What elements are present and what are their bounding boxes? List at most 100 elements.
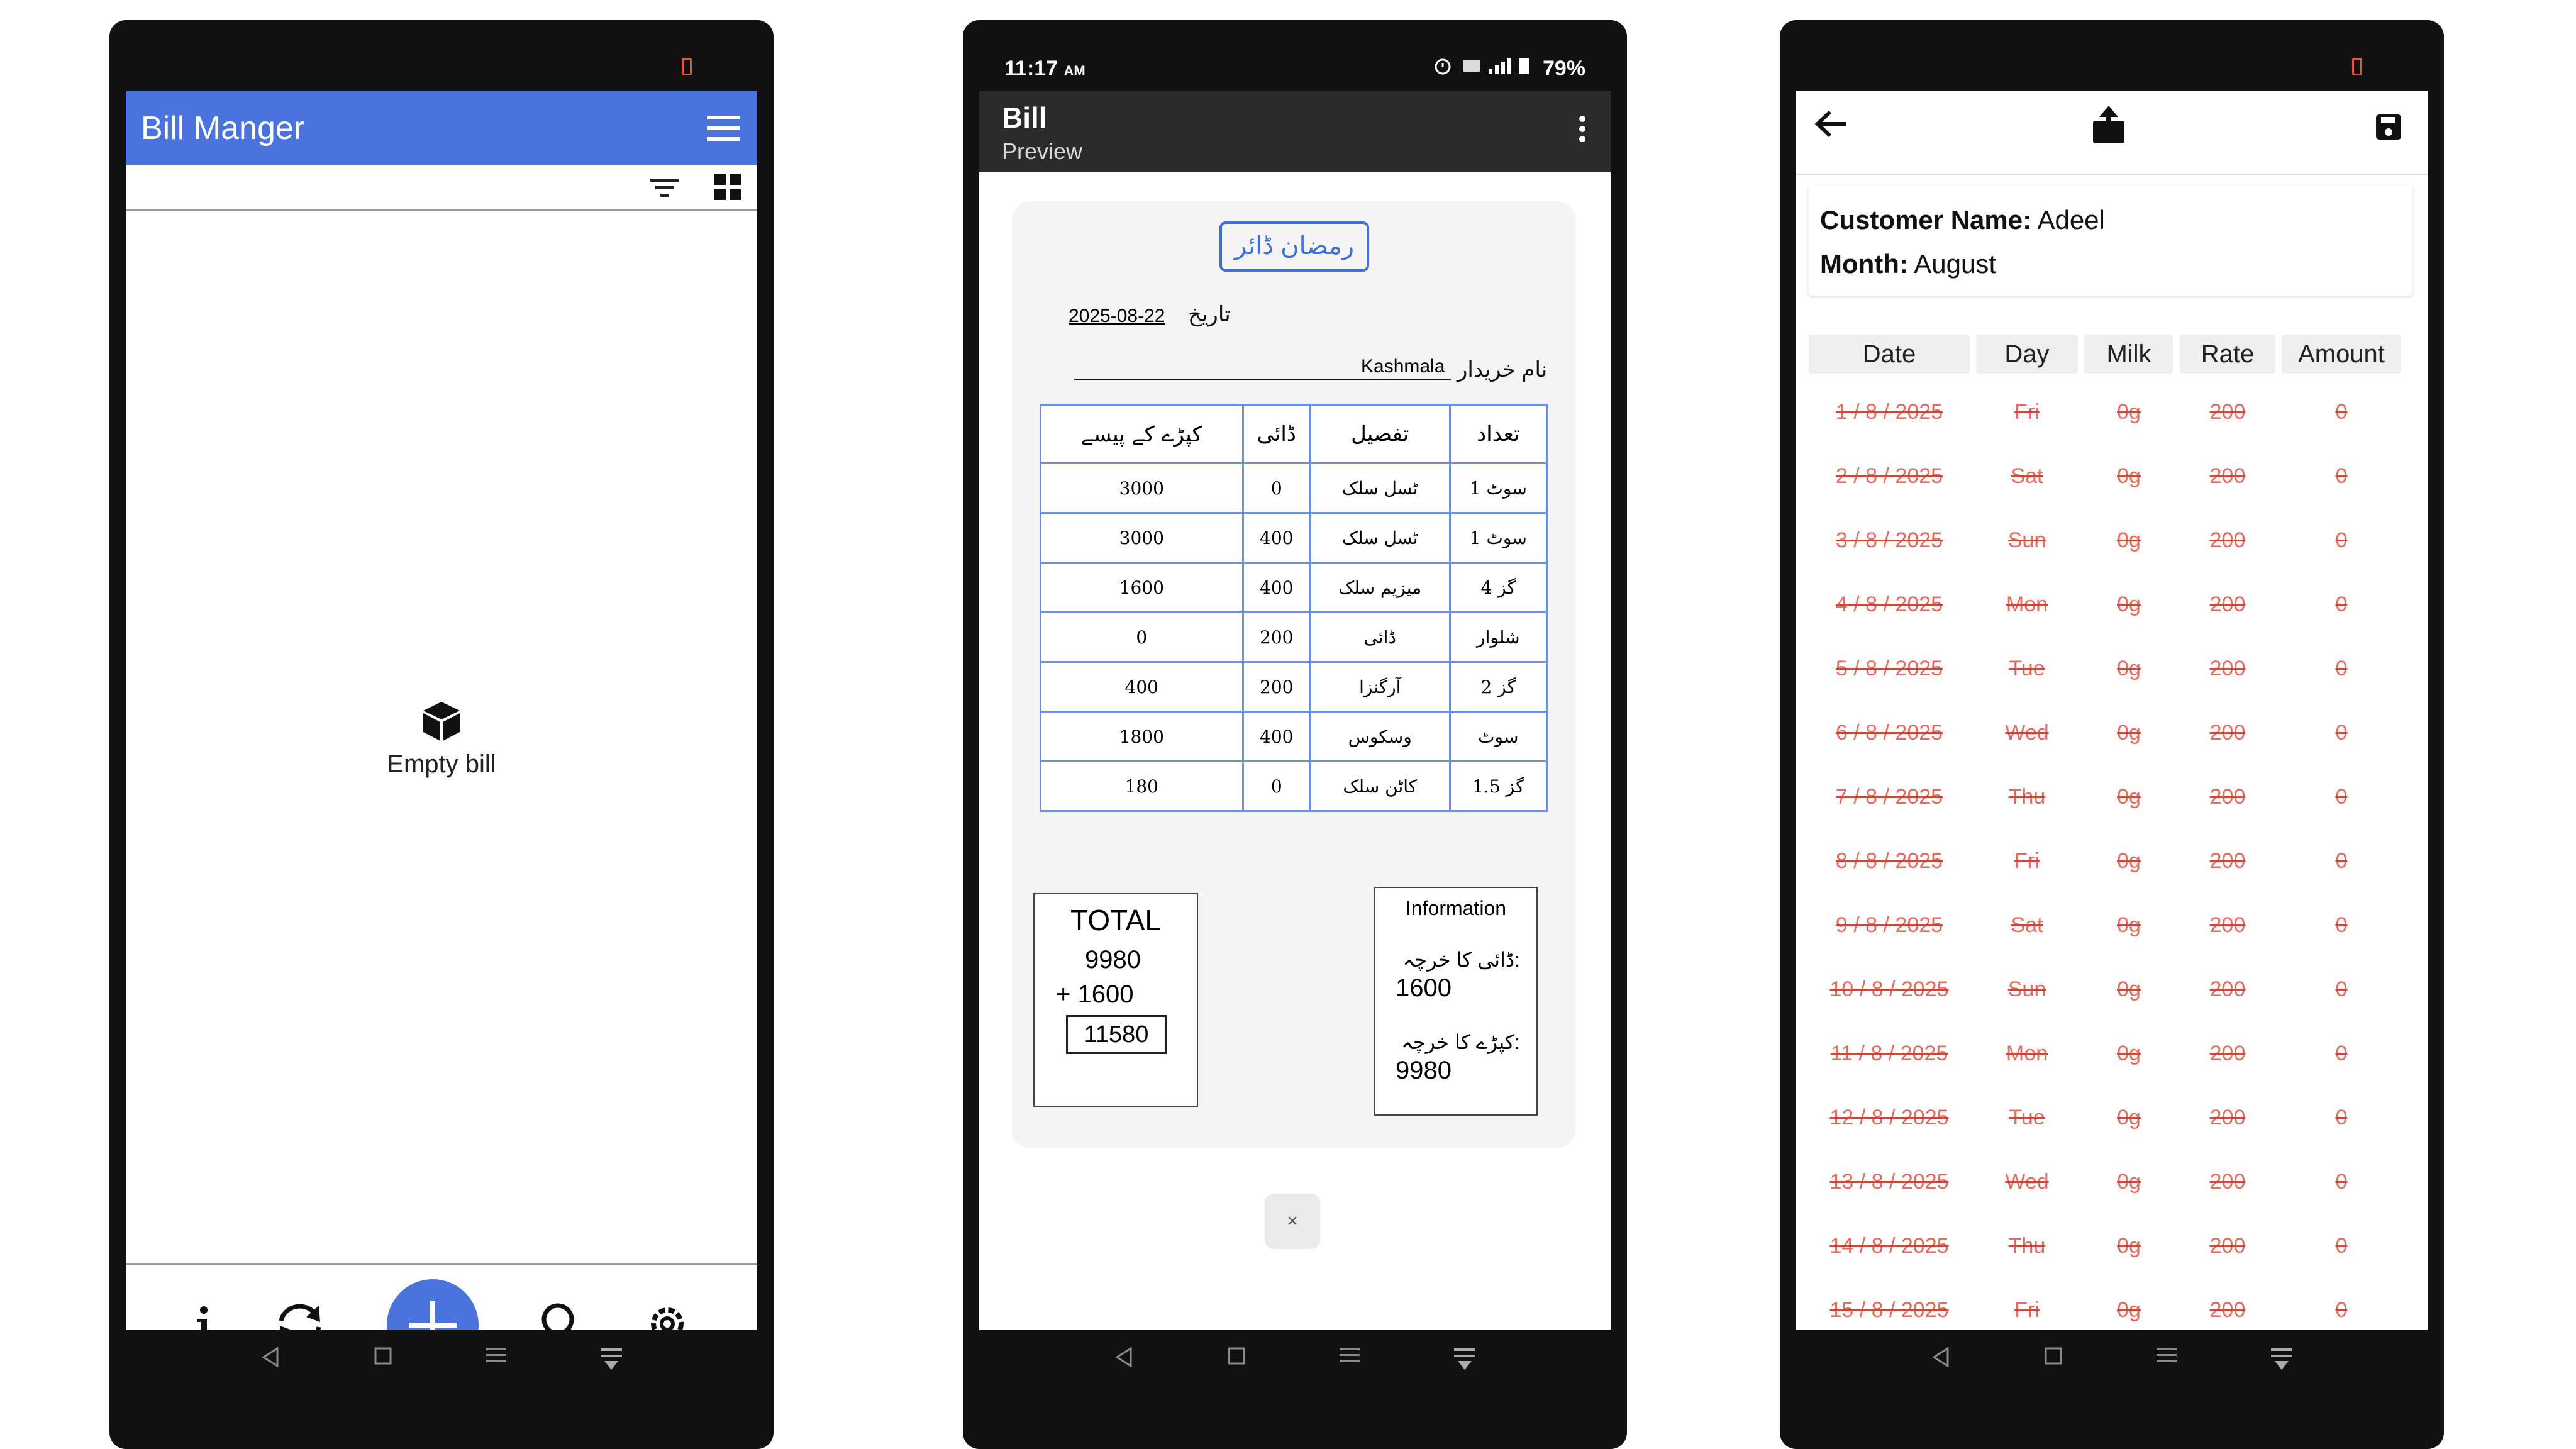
entry-rate: 200 xyxy=(2209,720,2246,745)
save-icon[interactable] xyxy=(2375,113,2402,144)
table-row: 3000 400 ٹسل سلک 1 سوٹ xyxy=(1040,512,1548,564)
phone-bill-manager: Bill Manger Empty bill xyxy=(109,20,774,1449)
date-label: تاریخ xyxy=(1188,303,1231,326)
sync-icon[interactable] xyxy=(275,1302,325,1330)
battery-icon xyxy=(2352,58,2362,75)
header-cell: ڈائی xyxy=(1241,404,1311,464)
entry-milk: 0g xyxy=(2117,977,2141,1001)
entry-rate: 200 xyxy=(2209,464,2246,488)
table-row[interactable]: 12 / 8 / 2025 Tue 0g 200 0 xyxy=(1809,1085,2415,1150)
grid-view-icon[interactable] xyxy=(714,174,741,203)
nav-hide-icon[interactable] xyxy=(1454,1347,1475,1372)
share-icon[interactable] xyxy=(2092,106,2126,148)
more-vert-icon[interactable] xyxy=(1579,116,1585,145)
table-row[interactable]: 15 / 8 / 2025 Fri 0g 200 0 xyxy=(1809,1278,2415,1330)
entries-list: 1 / 8 / 2025 Fri 0g 200 0 2 / 8 / 2025 Sat 0g 20… xyxy=(1809,380,2415,1330)
entry-rate: 200 xyxy=(2209,848,2246,873)
bottom-bar xyxy=(126,1265,757,1330)
top-bar xyxy=(1796,91,2428,175)
status-battery: 79% xyxy=(1542,57,1585,80)
dye-value: 1600 xyxy=(1396,974,1452,1002)
entry-day: Wed xyxy=(2005,720,2049,745)
nav-back-icon[interactable] xyxy=(1931,1347,1950,1367)
empty-state: Empty bill xyxy=(126,701,757,779)
empty-label: Empty bill xyxy=(387,750,496,778)
gear-icon[interactable] xyxy=(646,1302,689,1330)
info-title: Information xyxy=(1405,897,1507,919)
entry-rate: 200 xyxy=(2209,1105,2246,1130)
nav-home-icon[interactable] xyxy=(2045,1347,2062,1365)
table-row[interactable]: 8 / 8 / 2025 Fri 0g 200 0 xyxy=(1809,829,2415,893)
nav-home-icon[interactable] xyxy=(1228,1347,1245,1365)
entry-amount: 0 xyxy=(2335,656,2348,680)
nav-back-icon[interactable] xyxy=(1114,1347,1133,1367)
table-row[interactable]: 4 / 8 / 2025 Mon 0g 200 0 xyxy=(1809,572,2415,636)
table-row: 180 0 کاٹن سلک 1.5 گز xyxy=(1040,760,1548,812)
nav-back-icon[interactable] xyxy=(261,1347,280,1367)
filter-icon[interactable] xyxy=(650,179,679,201)
cell: شلوار xyxy=(1448,611,1548,663)
entry-day: Mon xyxy=(2006,1041,2048,1065)
entry-day: Sun xyxy=(2007,528,2046,552)
entry-milk: 0g xyxy=(2117,1297,2141,1322)
table-row[interactable]: 9 / 8 / 2025 Sat 0g 200 0 xyxy=(1809,893,2415,957)
status-bar: 11:17 AM 79% xyxy=(963,20,1627,91)
menu-icon[interactable] xyxy=(707,116,740,144)
add-bill-button[interactable] xyxy=(387,1279,479,1330)
entry-day: Mon xyxy=(2006,592,2048,616)
battery-icon xyxy=(682,58,692,75)
table-row[interactable]: 11 / 8 / 2025 Mon 0g 200 0 xyxy=(1809,1021,2415,1085)
entry-rate: 200 xyxy=(2209,399,2246,424)
table-row[interactable]: 3 / 8 / 2025 Sun 0g 200 0 xyxy=(1809,508,2415,572)
entry-rate: 200 xyxy=(2209,784,2246,809)
entry-date: 12 / 8 / 2025 xyxy=(1829,1105,1949,1130)
underline xyxy=(1074,379,1451,380)
nav-recents-icon[interactable] xyxy=(486,1347,506,1363)
table-row[interactable]: 13 / 8 / 2025 Wed 0g 200 0 xyxy=(1809,1150,2415,1214)
customer-row: Customer Name: Adeel xyxy=(1820,205,2105,235)
nav-recents-icon[interactable] xyxy=(1340,1347,1360,1363)
app-title: Bill xyxy=(1002,101,1047,134)
system-nav-bar xyxy=(963,1330,1627,1449)
dye-label: ڈائی کا خرچہ: xyxy=(1402,948,1520,971)
info-icon[interactable] xyxy=(194,1305,213,1330)
table-row[interactable]: 5 / 8 / 2025 Tue 0g 200 0 xyxy=(1809,636,2415,701)
nav-hide-icon[interactable] xyxy=(2271,1347,2292,1372)
table-row: 3000 0 ٹسل سلک 1 سوٹ xyxy=(1040,462,1548,514)
table-row[interactable]: 7 / 8 / 2025 Thu 0g 200 0 xyxy=(1809,765,2415,829)
close-button[interactable]: × xyxy=(1265,1194,1320,1249)
system-nav-bar xyxy=(1780,1330,2444,1449)
entry-rate: 200 xyxy=(2209,528,2246,552)
table-row[interactable]: 10 / 8 / 2025 Sun 0g 200 0 xyxy=(1809,957,2415,1021)
table-row[interactable]: 14 / 8 / 2025 Thu 0g 200 0 xyxy=(1809,1214,2415,1278)
entry-date: 13 / 8 / 2025 xyxy=(1829,1169,1949,1194)
entry-rate: 200 xyxy=(2209,1233,2246,1258)
entry-amount: 0 xyxy=(2335,528,2348,552)
cell: وسکوس xyxy=(1309,711,1451,762)
back-arrow-icon[interactable] xyxy=(1814,109,1848,142)
total-title: TOTAL xyxy=(1070,904,1161,936)
table-row[interactable]: 2 / 8 / 2025 Sat 0g 200 0 xyxy=(1809,444,2415,508)
cell: میزیم سلک xyxy=(1309,562,1451,613)
cloth-label: کپڑے کا خرچہ: xyxy=(1401,1031,1520,1053)
screen: Customer Name: Adeel Month: August Date … xyxy=(1796,91,2428,1330)
nav-home-icon[interactable] xyxy=(374,1347,392,1365)
entry-rate: 200 xyxy=(2209,592,2246,616)
entry-day: Tue xyxy=(2009,656,2045,680)
entry-amount: 0 xyxy=(2335,399,2348,424)
entry-amount: 0 xyxy=(2335,1297,2348,1322)
nav-recents-icon[interactable] xyxy=(2157,1347,2177,1363)
entry-date: 2 / 8 / 2025 xyxy=(1835,464,1943,488)
table-row[interactable]: 6 / 8 / 2025 Wed 0g 200 0 xyxy=(1809,701,2415,765)
table-row[interactable]: 1 / 8 / 2025 Fri 0g 200 0 xyxy=(1809,380,2415,444)
cell: 3000 xyxy=(1040,462,1244,514)
entry-day: Thu xyxy=(2008,1233,2046,1258)
cell: 200 xyxy=(1241,611,1311,663)
nav-hide-icon[interactable] xyxy=(601,1347,622,1372)
cell: 4 گز xyxy=(1448,562,1548,613)
entry-amount: 0 xyxy=(2335,1041,2348,1065)
box-icon xyxy=(422,702,461,745)
entry-date: 9 / 8 / 2025 xyxy=(1835,913,1943,937)
search-icon[interactable] xyxy=(540,1302,584,1330)
entry-milk: 0g xyxy=(2117,1105,2141,1130)
